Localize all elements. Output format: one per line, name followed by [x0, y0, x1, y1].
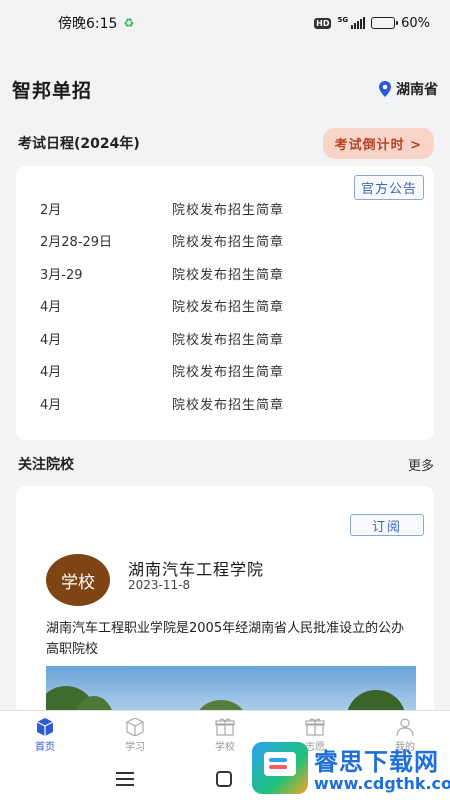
schedule-row: 3月-29 院校发布招生简章 — [16, 257, 434, 289]
nav-item-study[interactable]: 学习 — [90, 711, 180, 762]
app-title: 智邦单招 — [12, 79, 93, 102]
schedule-event: 院校发布招生简章 — [172, 300, 285, 315]
subscribe-button[interactable]: 订阅 — [350, 514, 424, 536]
more-link[interactable]: 更多 — [408, 455, 434, 474]
watermark-url: www.cdgthk.com — [314, 774, 450, 793]
schools-title: 关注院校 — [18, 457, 74, 473]
system-home-icon[interactable] — [216, 771, 232, 787]
schedule-date: 4月 — [40, 397, 62, 413]
schools-section-header: 关注院校 更多 — [0, 452, 450, 476]
schedule-date: 2月28-29日 — [40, 235, 113, 250]
schedule-event: 院校发布招生简章 — [172, 202, 285, 218]
watermark: 睿思下载网 www.cdgthk.com — [252, 738, 450, 796]
volunteer-gift-icon — [305, 718, 325, 736]
signal-icon — [351, 17, 366, 29]
schedule-date: 4月 — [40, 332, 62, 348]
battery-icon — [371, 17, 399, 29]
schedule-date: 4月 — [40, 365, 62, 380]
hd-badge: HD — [314, 17, 332, 29]
school-name: 湖南汽车工程学院 — [128, 560, 265, 579]
schedule-date: 4月 — [40, 300, 62, 315]
status-bar: 傍晚6:15 ♻ HD 5G 60% — [0, 0, 450, 46]
schedule-event: 院校发布招生简章 — [172, 267, 285, 283]
schedule-date: 3月-29 — [40, 267, 83, 283]
location-pin-icon — [379, 81, 391, 97]
school-avatar: 学校 — [46, 554, 110, 606]
status-time-group: 傍晚6:15 ♻ — [58, 13, 134, 33]
study-box-icon — [126, 718, 144, 736]
schedule-row: 4月 院校发布招生简章 — [16, 322, 434, 354]
schedule-title: 考试日程(2024年) — [18, 136, 140, 152]
schedule-row: 2月28-29日 院校发布招生简章 — [16, 225, 434, 257]
school-gift-icon — [215, 718, 235, 736]
school-date: 2023-11-8 — [128, 578, 191, 592]
nav-label-home: 首页 — [35, 742, 55, 753]
school-avatar-label: 学校 — [61, 572, 95, 593]
schedule-event: 院校发布招生简章 — [172, 365, 285, 380]
battery-percent: 60% — [401, 15, 430, 31]
watermark-title: 睿思下载网 — [314, 748, 439, 776]
location-label: 湖南省 — [396, 82, 438, 98]
schedule-row: 4月 院校发布招生简章 — [16, 290, 434, 322]
schedule-date: 2月 — [40, 202, 62, 218]
schedule-row: 4月 院校发布招生简章 — [16, 355, 434, 387]
schedule-event: 院校发布招生简章 — [172, 235, 285, 250]
schedule-section-header: 考试日程(2024年) 考试倒计时 > — [0, 127, 450, 159]
location-selector[interactable]: 湖南省 — [378, 79, 438, 99]
status-indicators: HD 5G 60% — [314, 16, 430, 31]
home-box-icon — [36, 718, 54, 736]
nav-label-study: 学习 — [125, 742, 145, 753]
recycle-icon: ♻ — [123, 16, 135, 30]
schedule-row: 4月 院校发布招生简章 — [16, 387, 434, 419]
schedule-row: 2月 院校发布招生简章 — [16, 192, 434, 224]
schedule-event: 院校发布招生简章 — [172, 332, 285, 348]
schedule-card: 官方公告 2月 院校发布招生简章 2月28-29日 院校发布招生简章 3月-29 院校发布… — [16, 166, 434, 440]
app-header: 智邦单招 湖南省 — [0, 70, 450, 108]
nav-label-school: 学校 — [215, 742, 235, 753]
status-time: 傍晚6:15 — [58, 16, 118, 32]
menu-icon[interactable] — [116, 772, 134, 786]
school-card[interactable]: 订阅 学校 湖南汽车工程学院 2023-11-8 湖南汽车工程职业学院是2005… — [16, 486, 434, 726]
watermark-logo-icon — [252, 742, 308, 794]
schedule-event: 院校发布招生简章 — [172, 397, 285, 413]
nav-item-home[interactable]: 首页 — [0, 711, 90, 762]
network-type: 5G — [337, 15, 349, 24]
countdown-button[interactable]: 考试倒计时 > — [322, 127, 434, 159]
profile-icon — [396, 718, 414, 736]
school-description: 湖南汽车工程职业学院是2005年经湖南省人民批准设立的公办高职院校 — [46, 621, 405, 657]
